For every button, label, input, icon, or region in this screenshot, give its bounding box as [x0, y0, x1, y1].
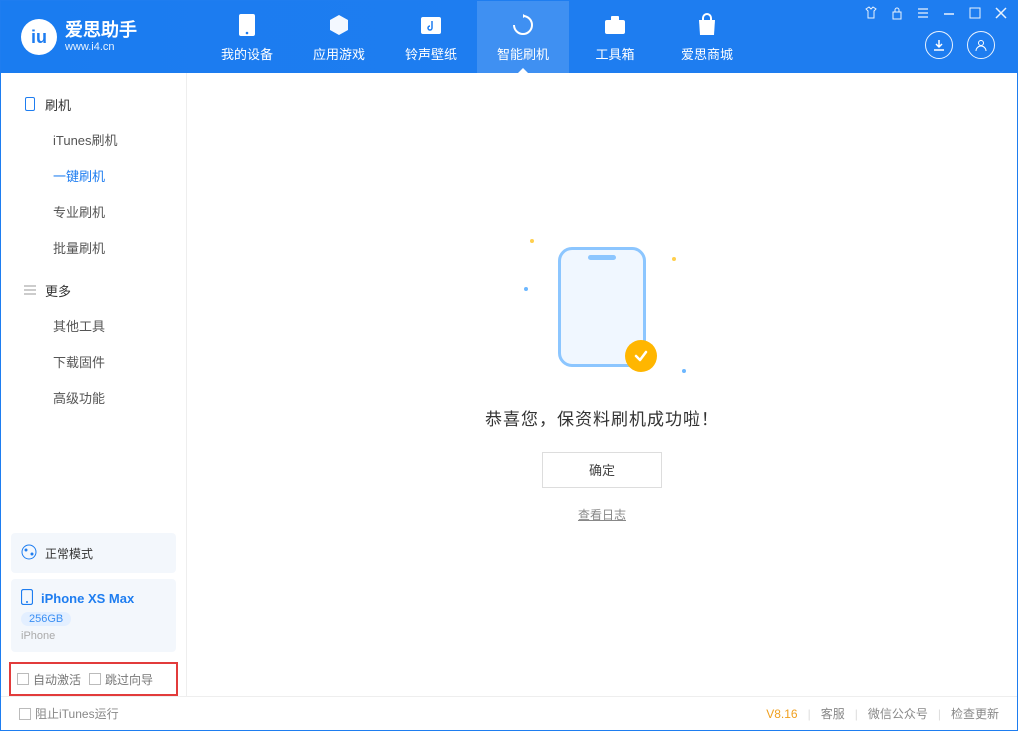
- version-label: V8.16: [766, 707, 797, 721]
- app-domain: www.i4.cn: [65, 41, 137, 53]
- sidebar-item-oneclick-flash[interactable]: 一键刷机: [1, 157, 186, 193]
- checkbox-icon: [19, 708, 31, 720]
- sidebar-item-pro-flash[interactable]: 专业刷机: [1, 193, 186, 229]
- footer-right: V8.16 | 客服 | 微信公众号 | 检查更新: [766, 705, 999, 722]
- ok-button[interactable]: 确定: [542, 452, 662, 488]
- sidebar-item-itunes-flash[interactable]: iTunes刷机: [1, 121, 186, 157]
- sidebar-section-flash: 刷机: [1, 87, 186, 121]
- tab-label: 铃声壁纸: [405, 44, 457, 63]
- tab-ringtones[interactable]: 铃声壁纸: [385, 1, 477, 73]
- music-folder-icon: [418, 12, 444, 38]
- mode-icon: [21, 544, 37, 563]
- device-area: 正常模式 iPhone XS Max 256GB iPhone 自动激活 跳过向…: [1, 527, 186, 696]
- window-controls: [863, 5, 1009, 21]
- checkbox-label: 自动激活: [33, 671, 81, 688]
- tab-label: 爱思商城: [681, 44, 733, 63]
- sidebar-item-other-tools[interactable]: 其他工具: [1, 307, 186, 343]
- logo-area: iu 爱思助手 www.i4.cn: [1, 19, 201, 55]
- tab-my-device[interactable]: 我的设备: [201, 1, 293, 73]
- sidebar-item-firmware[interactable]: 下载固件: [1, 343, 186, 379]
- profile-button[interactable]: [967, 31, 995, 59]
- checkbox-auto-activate[interactable]: 自动激活: [17, 671, 81, 688]
- header-right-buttons: [925, 31, 995, 59]
- checkbox-label: 阻止iTunes运行: [35, 705, 119, 722]
- maximize-button[interactable]: [967, 5, 983, 21]
- section-label: 更多: [45, 281, 71, 300]
- separator: |: [855, 707, 858, 721]
- logo-text: 爱思助手 www.i4.cn: [65, 21, 137, 53]
- close-button[interactable]: [993, 5, 1009, 21]
- sidebar-item-advanced[interactable]: 高级功能: [1, 379, 186, 415]
- view-log-link[interactable]: 查看日志: [578, 506, 626, 523]
- tab-label: 应用游戏: [313, 44, 365, 63]
- app-logo-icon: iu: [21, 19, 57, 55]
- wechat-link[interactable]: 微信公众号: [868, 705, 928, 722]
- checkbox-block-itunes[interactable]: 阻止iTunes运行: [19, 705, 119, 722]
- status-bar: 阻止iTunes运行 V8.16 | 客服 | 微信公众号 | 检查更新: [1, 696, 1017, 730]
- phone-small-icon: [23, 97, 37, 111]
- download-button[interactable]: [925, 31, 953, 59]
- cube-icon: [326, 12, 352, 38]
- sync-icon: [510, 12, 536, 38]
- phone-blue-icon: [21, 589, 33, 608]
- tab-label: 我的设备: [221, 44, 273, 63]
- menu-icon[interactable]: [915, 5, 931, 21]
- list-icon: [23, 283, 37, 297]
- device-info-card[interactable]: iPhone XS Max 256GB iPhone: [11, 579, 176, 652]
- separator: |: [808, 707, 811, 721]
- tab-label: 工具箱: [595, 44, 634, 63]
- lock-icon[interactable]: [889, 5, 905, 21]
- checkmark-badge-icon: [625, 340, 657, 372]
- check-update-link[interactable]: 检查更新: [951, 705, 999, 722]
- title-bar: iu 爱思助手 www.i4.cn 我的设备 应用游戏 铃声壁纸 智能刷机 工具…: [1, 1, 1017, 73]
- success-illustration: [558, 247, 646, 367]
- tab-toolbox[interactable]: 工具箱: [569, 1, 661, 73]
- phone-outline-icon: [558, 247, 646, 367]
- tab-flash[interactable]: 智能刷机: [477, 1, 569, 73]
- separator: |: [938, 707, 941, 721]
- app-name: 爱思助手: [65, 21, 137, 41]
- support-link[interactable]: 客服: [821, 705, 845, 722]
- device-mode-card[interactable]: 正常模式: [11, 533, 176, 573]
- device-capacity: 256GB: [21, 612, 71, 626]
- sidebar: 刷机 iTunes刷机 一键刷机 专业刷机 批量刷机 更多 其他工具 下载固件 …: [1, 73, 187, 696]
- tab-label: 智能刷机: [497, 44, 549, 63]
- sidebar-section-more: 更多: [1, 273, 186, 307]
- checkbox-icon: [17, 673, 29, 685]
- success-message: 恭喜您，保资料刷机成功啦！: [485, 405, 719, 430]
- main-tabs: 我的设备 应用游戏 铃声壁纸 智能刷机 工具箱 爱思商城: [201, 1, 753, 73]
- device-name: iPhone XS Max: [41, 591, 134, 606]
- checkbox-icon: [89, 673, 101, 685]
- checkbox-label: 跳过向导: [105, 671, 153, 688]
- bag-icon: [694, 12, 720, 38]
- main-content: 恭喜您，保资料刷机成功啦！ 确定 查看日志: [187, 73, 1017, 696]
- sidebar-item-batch-flash[interactable]: 批量刷机: [1, 229, 186, 265]
- shirt-icon[interactable]: [863, 5, 879, 21]
- minimize-button[interactable]: [941, 5, 957, 21]
- checkbox-skip-guide[interactable]: 跳过向导: [89, 671, 153, 688]
- briefcase-icon: [602, 12, 628, 38]
- section-label: 刷机: [45, 95, 71, 114]
- tab-apps[interactable]: 应用游戏: [293, 1, 385, 73]
- body: 刷机 iTunes刷机 一键刷机 专业刷机 批量刷机 更多 其他工具 下载固件 …: [1, 73, 1017, 696]
- highlight-options: 自动激活 跳过向导: [9, 662, 178, 696]
- tab-store[interactable]: 爱思商城: [661, 1, 753, 73]
- phone-icon: [234, 12, 260, 38]
- mode-label: 正常模式: [45, 545, 93, 562]
- device-type: iPhone: [21, 630, 166, 642]
